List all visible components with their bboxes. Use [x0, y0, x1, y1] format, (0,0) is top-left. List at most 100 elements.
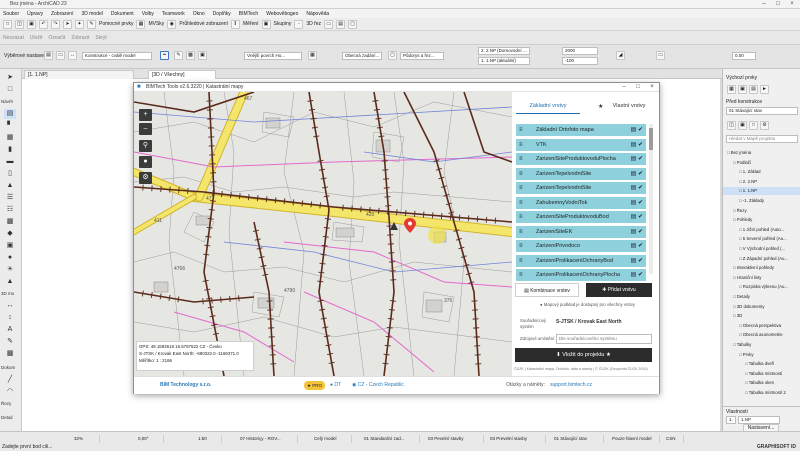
tab-floor-plan[interactable]: [1. 1.NP] [24, 70, 134, 79]
curtain-wall-tool-icon[interactable]: ▩ [4, 217, 16, 227]
object-tool-icon[interactable]: ● [4, 253, 16, 263]
wall-tool-icon[interactable]: ▤ [4, 109, 16, 119]
wall-tool-icon[interactable]: ▤ [44, 51, 53, 60]
origin-dropdown[interactable]: Dle souřadnicového systému [556, 334, 652, 344]
menu-item-bimtech[interactable]: BIMTech [239, 11, 258, 17]
menu-item-dokument[interactable]: Dokument [111, 11, 134, 17]
layer-toggle-icon[interactable]: ▤ ✔ [631, 269, 643, 281]
insert-into-project-button[interactable]: ⬇ Vložit do projektu ★ [515, 348, 652, 362]
label-tool-icon[interactable]: ✎ [4, 337, 16, 347]
dimension-standard-dropdown[interactable]: CSN [664, 435, 684, 443]
floor-number-field[interactable]: 1. [726, 416, 736, 424]
tree-item[interactable]: □ Pohledy [723, 216, 800, 223]
slant-icon[interactable]: ◢ [616, 51, 625, 60]
morph-tool-icon[interactable]: ◆ [4, 229, 16, 239]
profile-icon[interactable]: ▭ [656, 51, 665, 60]
layer-toggle-icon[interactable]: ▤ ✔ [631, 124, 643, 136]
line-type-icon[interactable]: ━ [160, 51, 169, 60]
grid-icon[interactable]: ▦ [136, 19, 146, 29]
layer-row[interactable]: ≡ Základní Ortofoto mapa ▤ ✔ [516, 124, 646, 136]
dimension-tool-icon[interactable]: ↔ [4, 301, 16, 311]
zone-tool-icon[interactable]: ▣ [4, 241, 16, 251]
renovation-filter-status[interactable]: 01 Stávající stav [552, 435, 604, 443]
drag-handle-icon[interactable]: ≡ [519, 226, 523, 238]
toolbox-header-detail[interactable]: Detail [1, 415, 21, 420]
dialog-maximize-icon[interactable]: □ [632, 83, 644, 92]
view-map-icon[interactable]: ▣ [738, 85, 747, 94]
fill-icon[interactable]: ▩ [186, 51, 195, 60]
drag-handle-icon[interactable]: ≡ [519, 269, 523, 281]
tree-item[interactable]: □ Obecná axonometrie [723, 331, 800, 338]
layer-row[interactable]: ≡ ZarizeniProlikaceniOchranyPlocha ▤ ✔ [516, 269, 646, 281]
add-layer-button[interactable]: ✚ Přidat vrstvu [586, 283, 652, 297]
tree-item[interactable]: □ 3D [723, 312, 800, 319]
mesh-tool-icon[interactable]: ▲ [4, 277, 16, 287]
bottom-floor-dropdown[interactable]: 1. 1.NP (aktuální) [478, 57, 530, 65]
undo-icon[interactable]: ↶ [39, 19, 48, 29]
layout-book-icon[interactable]: ▤ [749, 85, 758, 94]
arrow-tool-icon[interactable]: ➤ [4, 73, 16, 83]
floor-name-field[interactable]: 1.NP [738, 416, 780, 424]
support-link[interactable]: support.bimtech.cz [550, 382, 592, 388]
lamp-tool-icon[interactable]: ☀ [4, 265, 16, 275]
layout-icon[interactable]: ▤ [336, 19, 346, 29]
fill-tool-icon[interactable]: ▩ [4, 349, 16, 359]
door-tool-icon[interactable]: ▘ [4, 121, 16, 131]
3d-section-menu[interactable]: 3D řez [306, 21, 321, 27]
menu-item-upravy[interactable]: Úpravy [27, 11, 43, 17]
drag-handle-icon[interactable]: ≡ [519, 124, 523, 136]
railing-tool-icon[interactable]: ☷ [4, 205, 16, 215]
floor-plan-dropdown[interactable]: Půdorys a řez... [400, 52, 444, 60]
slab-tool-icon[interactable]: ▯ [4, 169, 16, 179]
layer-row[interactable]: ≡ ZarizeniSiteProduktovoduBod ▤ ✔ [516, 211, 646, 223]
star-icon[interactable]: ★ [598, 103, 603, 110]
tree-item[interactable]: □ 1. 1.NP [723, 187, 800, 195]
layer-toggle-icon[interactable]: ▤ ✔ [631, 211, 643, 223]
menu-item-webovebogeo[interactable]: Webověbogeo [266, 11, 298, 17]
menu-item-teamwork[interactable]: Teamwork [162, 11, 185, 17]
measure-menu[interactable]: Měření [243, 21, 259, 27]
angle-field[interactable]: 0,00° [136, 435, 164, 443]
mvsky-menu[interactable]: MVSky [148, 21, 164, 27]
folder-icon[interactable]: ◫ [727, 121, 736, 130]
tree-item[interactable]: □ -1. Základy [723, 197, 800, 204]
layer-row[interactable]: ≡ ZarizeniPrivodoco ▤ ✔ [516, 240, 646, 252]
drag-handle-icon[interactable]: ≡ [519, 197, 523, 209]
save-button[interactable]: Uložit [30, 35, 43, 41]
model-view-dropdown[interactable]: Celý model [312, 435, 352, 443]
menu-item-doplnky[interactable]: Doplňky [213, 11, 231, 17]
renovation-filter-dropdown[interactable]: 01 Stávající stav [726, 107, 798, 115]
unlink-button[interactable]: Nesvázat [3, 35, 24, 41]
toolbox-header-document[interactable]: Dokum [1, 365, 21, 370]
graphisoft-id-button[interactable]: GRAPHISOFT ID [757, 444, 796, 450]
tree-item[interactable]: □ Tabulka místností [723, 370, 800, 377]
menu-item-napoveda[interactable]: Nápověda [306, 11, 329, 17]
new-file-icon[interactable]: □ [3, 19, 12, 29]
tree-item[interactable]: □ 1 Jižní pohled (Auto... [723, 226, 800, 233]
geometry-icon[interactable]: ▭ [56, 51, 65, 60]
locate-button[interactable]: ● [139, 156, 152, 168]
open-file-icon[interactable]: ◫ [15, 19, 24, 29]
group-icon[interactable]: ▣ [261, 19, 271, 29]
drag-handle-icon[interactable]: ≡ [519, 255, 523, 267]
layer-toggle-icon[interactable]: ▤ ✔ [631, 226, 643, 238]
marquee-tool-icon[interactable]: □ [4, 85, 16, 95]
tree-item[interactable]: □ Podlaží [723, 159, 800, 166]
outer-surface-dropdown[interactable]: Vnější povrch Ho... [244, 52, 302, 60]
save-icon[interactable]: ▣ [27, 19, 36, 29]
graphic-override-dropdown[interactable]: Pouze hlavní model [610, 435, 660, 443]
layer-combination-button[interactable]: ▤ Kombinace vrstev [515, 283, 579, 297]
line-tool-icon[interactable]: ╱ [4, 375, 16, 385]
text-tool-icon[interactable]: A [4, 325, 16, 335]
tree-item[interactable]: □ Z Západní pohled (Au... [723, 255, 800, 262]
level-tool-icon[interactable]: ↕ [4, 313, 16, 323]
layer-row[interactable]: ≡ ZarizeniSiteEK ▤ ✔ [516, 225, 646, 238]
map-settings-button[interactable]: ⚙ [139, 172, 152, 184]
layer-toggle-icon[interactable]: ▤ ✔ [631, 255, 643, 267]
layer-row[interactable]: ≡ ZahubemnyVodniTok ▤ ✔ [516, 196, 646, 209]
scale-field[interactable]: 1:50 [196, 435, 222, 443]
auxiliary-elements-menu[interactable]: Pomocné prvky [99, 21, 133, 27]
menu-item-3d-model[interactable]: 3D model [81, 11, 102, 17]
layer-row[interactable]: ≡ VTK ▤ ✔ [516, 138, 646, 151]
zoom-field[interactable]: 32% [72, 435, 100, 443]
